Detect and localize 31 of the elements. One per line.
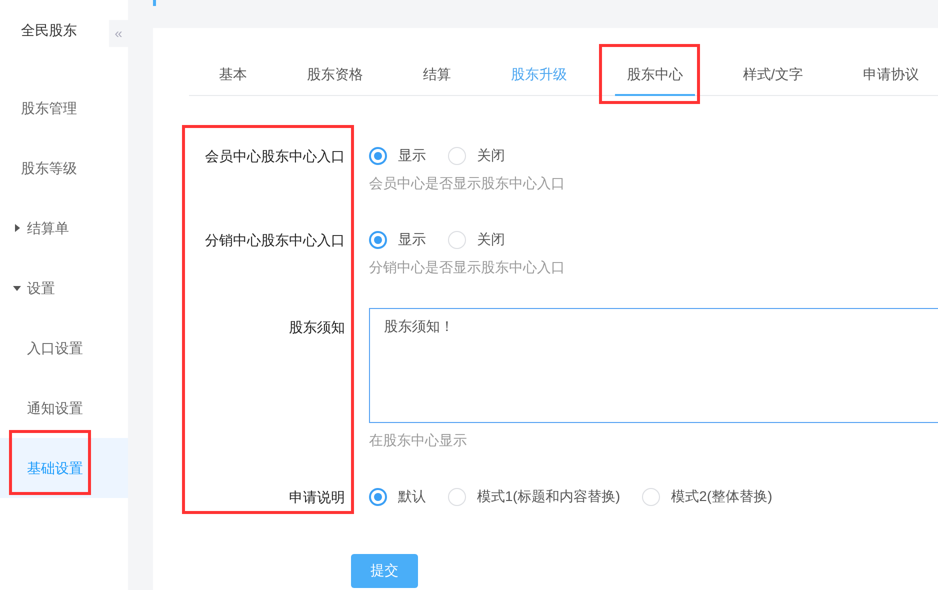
tab[interactable]: 股东资格 bbox=[277, 55, 393, 95]
field-label: 股东须知 bbox=[288, 318, 345, 337]
radio-button[interactable] bbox=[369, 147, 387, 165]
field-label: 分销中心股东中心入口 bbox=[204, 231, 345, 250]
radio-option[interactable]: 模式2(整体替换) bbox=[642, 488, 772, 506]
tab[interactable]: 申请协议 bbox=[832, 55, 938, 95]
radio-option[interactable]: 显示 bbox=[369, 147, 426, 165]
sidebar-item[interactable]: 股东管理 bbox=[0, 78, 128, 138]
radio-option[interactable]: 关闭 bbox=[448, 231, 505, 249]
radio-option[interactable]: 显示 bbox=[369, 231, 426, 249]
radio-option[interactable]: 默认 bbox=[369, 488, 426, 506]
sidebar-item[interactable]: 设置 bbox=[0, 258, 128, 318]
radio-option[interactable]: 模式1(标题和内容替换) bbox=[448, 488, 620, 506]
tab[interactable]: 样式/文字 bbox=[713, 55, 833, 95]
tab[interactable]: 基本 bbox=[189, 55, 277, 95]
hint-text: 会员中心是否显示股东中心入口 bbox=[369, 174, 566, 193]
text-area[interactable]: 股东须知！ bbox=[369, 308, 938, 423]
field-label: 申请说明 bbox=[288, 488, 345, 507]
hint-text: 在股东中心显示 bbox=[369, 431, 468, 450]
radio-option[interactable]: 关闭 bbox=[448, 147, 505, 165]
hint-text: 分销中心是否显示股东中心入口 bbox=[369, 258, 566, 277]
tab[interactable]: 结算 bbox=[393, 55, 481, 95]
field-label: 会员中心股东中心入口 bbox=[204, 147, 345, 166]
sidebar-item[interactable]: 通知设置 bbox=[0, 378, 128, 438]
sidebar-item[interactable]: 结算单 bbox=[0, 198, 128, 258]
sidebar-item[interactable]: 入口设置 bbox=[0, 318, 128, 378]
radio-button[interactable] bbox=[369, 488, 387, 506]
sidebar-item[interactable]: 股东等级 bbox=[0, 138, 128, 198]
app-title: 全民股东 bbox=[21, 21, 77, 40]
radio-button[interactable] bbox=[369, 231, 387, 249]
tab[interactable]: 股东中心 bbox=[597, 55, 713, 95]
